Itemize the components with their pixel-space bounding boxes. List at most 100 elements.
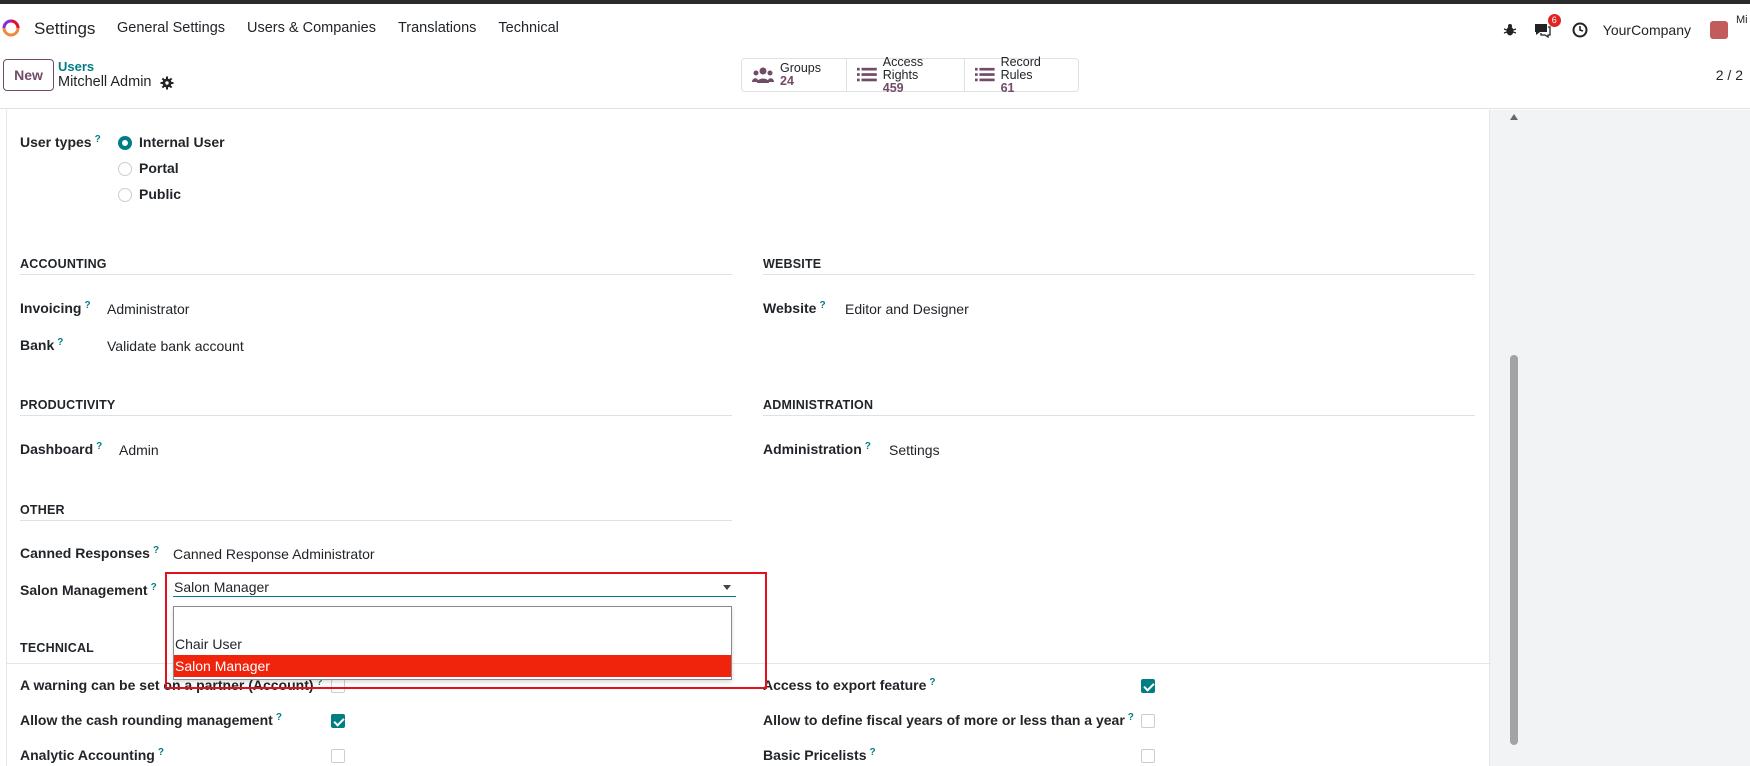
help-icon[interactable]: ?: [95, 134, 101, 145]
tech-left-label-1: Allow the cash rounding management?: [20, 712, 282, 728]
scroll-thumb[interactable]: [1510, 355, 1518, 745]
tech-left-checkbox-0[interactable]: [331, 679, 345, 693]
website-label: Website?: [763, 300, 826, 316]
radio-label-internal-user[interactable]: Internal User: [139, 134, 225, 150]
odoo-app-icon[interactable]: [2, 19, 20, 37]
user-types-label: User types?: [20, 134, 101, 150]
form-sheet: User types? Internal User Portal Public …: [6, 110, 1491, 766]
groups-smart-button[interactable]: Groups 24: [742, 59, 847, 91]
pager[interactable]: 2 / 2: [1716, 67, 1743, 83]
radio-public[interactable]: [118, 188, 132, 202]
access-rights-smart-button[interactable]: Access Rights 459: [847, 54, 965, 94]
tech-right-checkbox-2[interactable]: [1141, 749, 1155, 763]
record-rules-label: Record Rules: [1000, 54, 1041, 82]
list-icon: [857, 67, 877, 82]
help-icon[interactable]: ?: [158, 747, 164, 758]
help-icon[interactable]: ?: [865, 441, 871, 452]
scroll-up-icon[interactable]: [1510, 114, 1518, 120]
main-menu: General Settings Users & Companies Trans…: [117, 20, 581, 36]
section-accounting: ACCOUNTING: [20, 257, 107, 271]
chat-badge: 6: [1547, 14, 1561, 27]
section-divider: [20, 274, 732, 275]
tech-right-label-1: Allow to define fiscal years of more or …: [763, 712, 1134, 728]
company-switcher[interactable]: YourCompany: [1603, 22, 1691, 38]
radio-label-public[interactable]: Public: [139, 186, 181, 202]
website-value[interactable]: Editor and Designer: [845, 301, 969, 317]
canned-responses-value[interactable]: Canned Response Administrator: [173, 546, 375, 562]
salon-management-select[interactable]: Salon Manager: [173, 573, 736, 597]
gear-icon[interactable]: [160, 76, 174, 90]
section-website: WEBSITE: [763, 257, 822, 271]
dashboard-value[interactable]: Admin: [119, 442, 159, 458]
menu-technical[interactable]: Technical: [498, 20, 558, 36]
invoicing-value[interactable]: Administrator: [107, 301, 189, 317]
access-rights-label: Access Rights: [882, 54, 924, 82]
tech-right-label-0: Access to export feature?: [763, 677, 936, 693]
tech-left-checkbox-2[interactable]: [331, 749, 345, 763]
section-other: OTHER: [20, 503, 65, 517]
form-scrollbar[interactable]: [1508, 110, 1520, 766]
help-icon[interactable]: ?: [276, 712, 282, 723]
tech-left-label-2: Analytic Accounting?: [20, 747, 164, 763]
systray: 6 YourCompany Mi: [1501, 12, 1750, 48]
help-icon[interactable]: ?: [57, 337, 63, 348]
control-panel: New Users Mitchell Admin Groups 24 Acces…: [0, 52, 1750, 109]
invoicing-label: Invoicing?: [20, 300, 91, 316]
canned-responses-label: Canned Responses?: [20, 545, 160, 561]
help-icon[interactable]: ?: [819, 300, 825, 311]
salon-management-selected-value: Salon Manager: [174, 579, 269, 595]
section-technical: TECHNICAL: [20, 641, 95, 655]
help-icon[interactable]: ?: [870, 747, 876, 758]
list-icon: [975, 67, 995, 82]
help-icon[interactable]: ?: [84, 300, 90, 311]
radio-portal[interactable]: [118, 162, 132, 176]
menu-translations[interactable]: Translations: [398, 20, 476, 36]
dropdown-option-chair-user[interactable]: Chair User: [174, 633, 731, 655]
breadcrumb-users[interactable]: Users: [58, 59, 94, 74]
groups-count: 24: [780, 74, 794, 88]
dropdown-option-salon-manager[interactable]: Salon Manager: [174, 655, 731, 677]
help-icon[interactable]: ?: [153, 545, 159, 556]
smart-buttons: Groups 24 Access Rights 459 Record Rules…: [741, 54, 1079, 94]
bug-icon[interactable]: [1501, 21, 1519, 39]
radio-internal-user[interactable]: [118, 136, 132, 150]
help-icon[interactable]: ?: [929, 677, 935, 688]
section-productivity: PRODUCTIVITY: [20, 398, 116, 412]
user-avatar[interactable]: [1710, 21, 1728, 39]
chatter-pane: [1490, 110, 1750, 766]
record-rules-smart-button[interactable]: Record Rules 61: [965, 54, 1078, 94]
main-navbar: Settings General Settings Users & Compan…: [0, 4, 1750, 52]
user-name-truncated[interactable]: Mi: [1736, 14, 1750, 26]
section-divider: [763, 415, 1475, 416]
menu-general-settings[interactable]: General Settings: [117, 20, 225, 36]
administration-label: Administration?: [763, 441, 871, 457]
clock-icon[interactable]: [1571, 21, 1589, 39]
tech-right-label-2: Basic Pricelists?: [763, 747, 876, 763]
chevron-down-icon[interactable]: [723, 585, 731, 590]
dashboard-label: Dashboard?: [20, 441, 103, 457]
radio-label-portal[interactable]: Portal: [139, 160, 179, 176]
dropdown-option-empty[interactable]: [174, 607, 731, 629]
users-icon: [752, 67, 774, 83]
form-content: User types? Internal User Portal Public …: [0, 110, 1750, 766]
bank-value[interactable]: Validate bank account: [107, 338, 244, 354]
access-rights-count: 459: [882, 80, 904, 95]
administration-value[interactable]: Settings: [889, 442, 940, 458]
help-icon[interactable]: ?: [1128, 712, 1134, 723]
chat-icon[interactable]: 6: [1533, 14, 1561, 39]
new-button[interactable]: New: [3, 59, 54, 91]
tech-right-checkbox-1[interactable]: [1141, 714, 1155, 728]
section-divider: [20, 415, 732, 416]
tech-right-checkbox-0[interactable]: [1141, 679, 1155, 693]
help-icon[interactable]: ?: [96, 441, 102, 452]
menu-users-companies[interactable]: Users & Companies: [247, 20, 376, 36]
section-divider: [20, 520, 732, 521]
app-name[interactable]: Settings: [34, 19, 95, 39]
salon-management-label: Salon Management?: [20, 582, 157, 598]
breadcrumb-current-record: Mitchell Admin: [58, 74, 152, 90]
record-rules-count: 61: [1000, 80, 1015, 95]
tech-left-checkbox-1[interactable]: [331, 714, 345, 728]
section-divider: [763, 274, 1475, 275]
section-administration: ADMINISTRATION: [763, 398, 874, 412]
help-icon[interactable]: ?: [151, 582, 157, 593]
